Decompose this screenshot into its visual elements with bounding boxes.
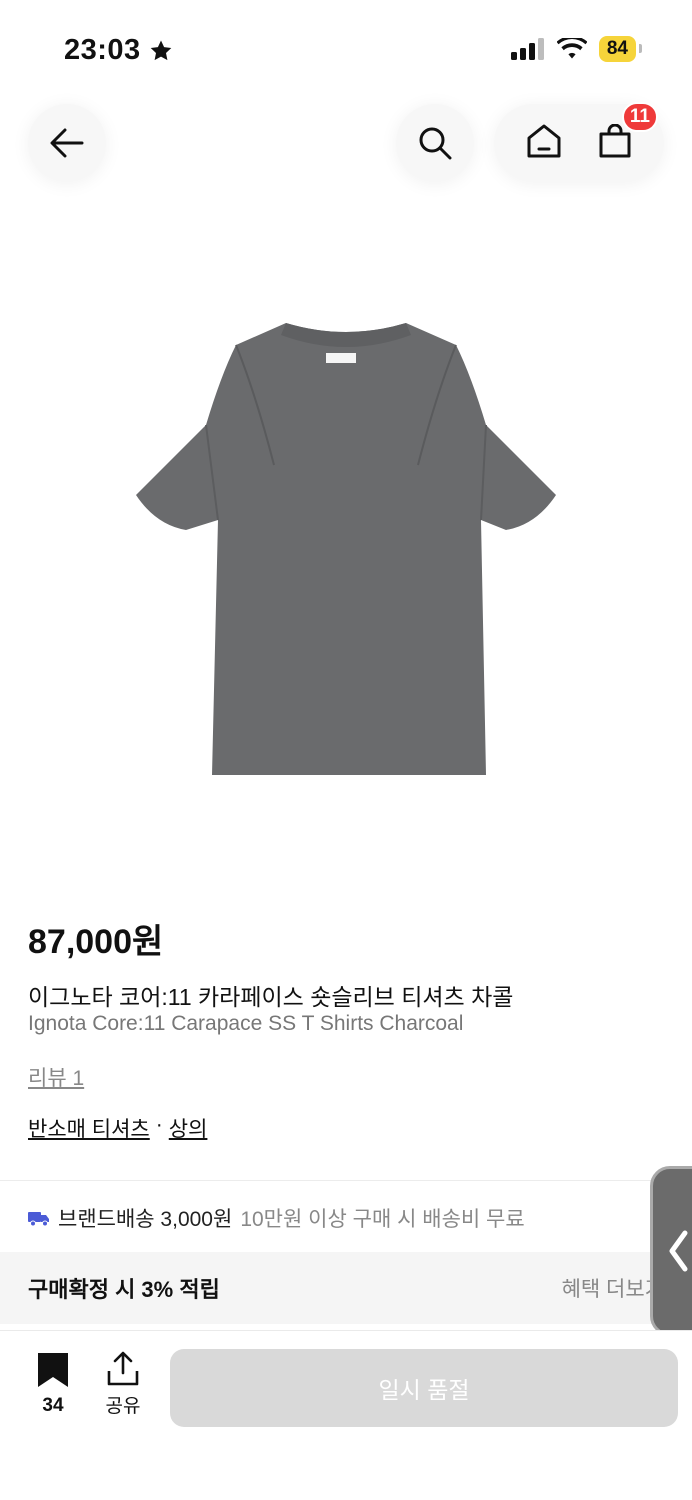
battery-indicator: 84 [598, 36, 643, 62]
home-icon [527, 124, 561, 157]
product-title-english: Ignota Core:11 Carapace SS T Shirts Char… [28, 1012, 464, 1035]
bookmark-count: 34 [42, 1395, 64, 1416]
chevron-left-icon [669, 1230, 688, 1272]
review-link[interactable]: 리뷰 1 [28, 1062, 84, 1092]
shipping-fee: 브랜드배송 3,000원 [58, 1208, 233, 1231]
status-bar: 23:03 84 [0, 0, 692, 100]
category-link-top[interactable]: 상의 [169, 1113, 208, 1143]
status-indicators: 84 [510, 36, 643, 62]
benefit-more-link[interactable]: 혜택 더보기 [562, 1273, 664, 1303]
wifi-icon [556, 38, 587, 59]
status-time: 23:03 [64, 34, 141, 66]
cart-count-badge: 11 [621, 101, 658, 132]
product-price: 87,000원 [28, 923, 164, 961]
bottom-action-bar: 34 공유 일시 품절 [0, 1330, 692, 1500]
search-button[interactable] [396, 104, 474, 182]
home-button[interactable] [526, 124, 562, 163]
bookmark-icon [38, 1353, 68, 1387]
share-button[interactable]: 공유 [100, 1351, 146, 1418]
arrow-left-icon [50, 128, 84, 158]
back-button[interactable] [28, 104, 106, 182]
share-icon [107, 1351, 139, 1386]
product-title: 이그노타 코어:11 카라페이스 숏슬리브 티셔츠 차콜 [28, 984, 514, 1010]
truck-icon [28, 1212, 49, 1227]
bookmark-button[interactable]: 34 [30, 1351, 76, 1417]
nav-pill: 11 [494, 101, 664, 182]
breadcrumb: 반소매 티셔츠 · 상의 [28, 1113, 207, 1143]
t-shirt-image [136, 323, 556, 775]
side-drawer-handle[interactable] [650, 1166, 692, 1336]
divider [0, 1180, 692, 1181]
sold-out-button[interactable]: 일시 품절 [170, 1349, 678, 1427]
star-icon [150, 40, 171, 60]
shipping-free-note: 10만원 이상 구매 시 배송비 무료 [240, 1208, 525, 1231]
signal-icon [510, 38, 544, 60]
category-separator: · [155, 1113, 163, 1136]
cart-button[interactable]: 11 [598, 101, 658, 163]
benefit-bar[interactable]: 구매확정 시 3% 적립 혜택 더보기 [0, 1252, 692, 1324]
category-link-short-sleeve[interactable]: 반소매 티셔츠 [28, 1113, 150, 1143]
benefit-text: 구매확정 시 3% 적립 [28, 1277, 220, 1302]
share-label: 공유 [105, 1396, 141, 1417]
shipping-info: 브랜드배송 3,000원 10만원 이상 구매 시 배송비 무료 [28, 1203, 525, 1233]
status-time-group: 23:03 [64, 34, 173, 67]
product-image[interactable] [0, 220, 692, 880]
search-icon [419, 127, 452, 160]
